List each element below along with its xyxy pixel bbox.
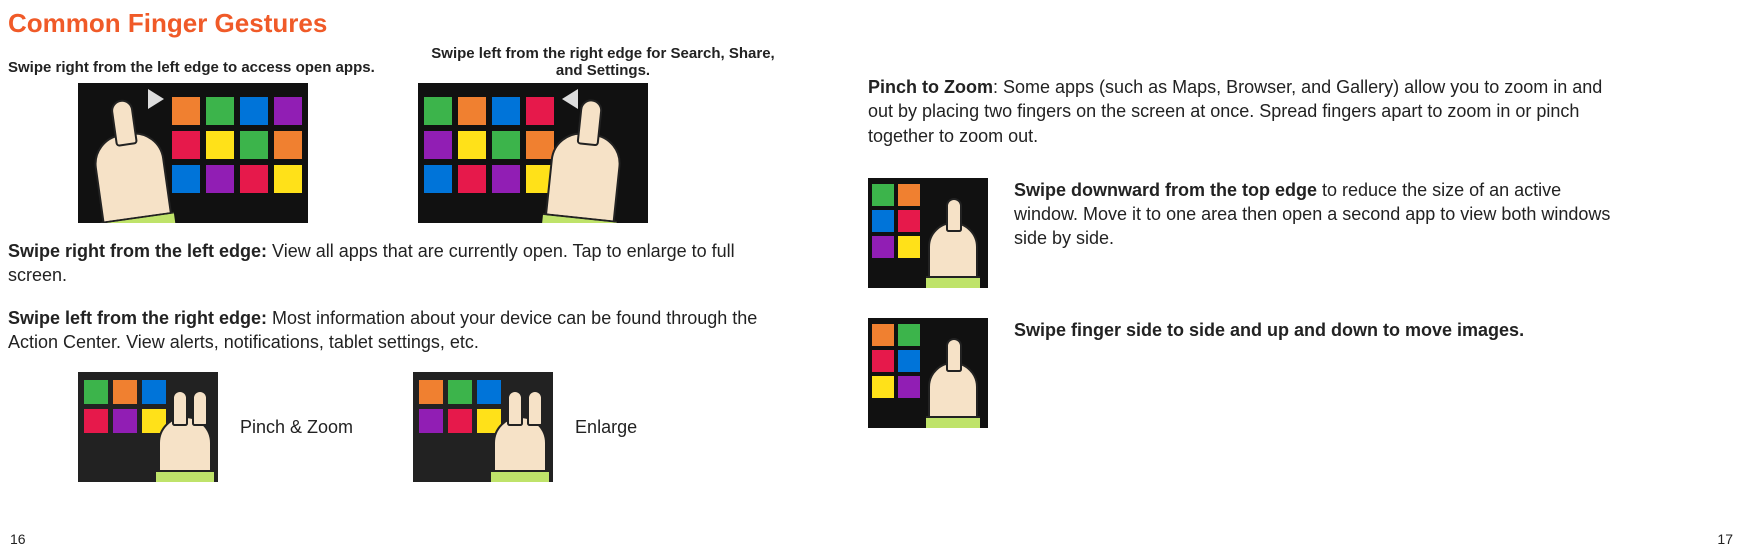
para-bold: Swipe downward from the top edge bbox=[1014, 180, 1317, 200]
para-bold: Swipe finger side to side and up and dow… bbox=[1014, 320, 1524, 340]
swipe-down-text: Swipe downward from the top edge to redu… bbox=[1014, 178, 1628, 288]
hand-icon bbox=[928, 362, 978, 428]
caption-swipe-left: Swipe left from the right edge for Searc… bbox=[418, 45, 788, 79]
para-swipe-left: Swipe left from the right edge: Most inf… bbox=[8, 306, 788, 355]
swipe-side-block: Swipe finger side to side and up and dow… bbox=[868, 318, 1628, 428]
para-pinch-zoom: Pinch to Zoom: Some apps (such as Maps, … bbox=[868, 75, 1628, 148]
enlarge-pair: Enlarge bbox=[413, 372, 637, 482]
swipe-down-illustration bbox=[868, 178, 988, 288]
thumbs-row bbox=[8, 83, 788, 223]
enlarge-label: Enlarge bbox=[575, 417, 637, 438]
hand-icon bbox=[158, 416, 212, 482]
right-column: Pinch to Zoom: Some apps (such as Maps, … bbox=[868, 45, 1628, 482]
captions-row: Swipe right from the left edge to access… bbox=[8, 45, 788, 79]
page-number-left: 16 bbox=[10, 531, 26, 547]
gesture-swipe-left-illustration bbox=[418, 83, 648, 223]
para-bold: Swipe left from the right edge: bbox=[8, 308, 267, 328]
arrow-left-icon bbox=[562, 89, 578, 109]
pinch-zoom-pair: Pinch & Zoom bbox=[78, 372, 353, 482]
enlarge-illustration bbox=[413, 372, 553, 482]
left-column: Swipe right from the left edge to access… bbox=[8, 45, 788, 482]
page-number-right: 17 bbox=[1717, 531, 1733, 547]
para-bold: Swipe right from the left edge: bbox=[8, 241, 267, 261]
pinch-zoom-label: Pinch & Zoom bbox=[240, 417, 353, 438]
para-swipe-right: Swipe right from the left edge: View all… bbox=[8, 239, 788, 288]
para-bold: Pinch to Zoom bbox=[868, 77, 993, 97]
hand-icon bbox=[542, 130, 623, 223]
arrow-right-icon bbox=[148, 89, 164, 109]
gesture-swipe-right-illustration bbox=[78, 83, 308, 223]
hand-icon bbox=[493, 416, 547, 482]
hand-icon bbox=[928, 222, 978, 288]
pinch-zoom-row: Pinch & Zoom Enlarge bbox=[8, 372, 788, 482]
content-columns: Swipe right from the left edge to access… bbox=[0, 45, 1743, 482]
hand-icon bbox=[91, 129, 176, 223]
page-title: Common Finger Gestures bbox=[0, 0, 1743, 45]
swipe-side-text: Swipe finger side to side and up and dow… bbox=[1014, 318, 1524, 428]
swipe-side-illustration bbox=[868, 318, 988, 428]
pinch-zoom-illustration bbox=[78, 372, 218, 482]
swipe-down-block: Swipe downward from the top edge to redu… bbox=[868, 178, 1628, 288]
caption-swipe-right: Swipe right from the left edge to access… bbox=[8, 45, 378, 79]
